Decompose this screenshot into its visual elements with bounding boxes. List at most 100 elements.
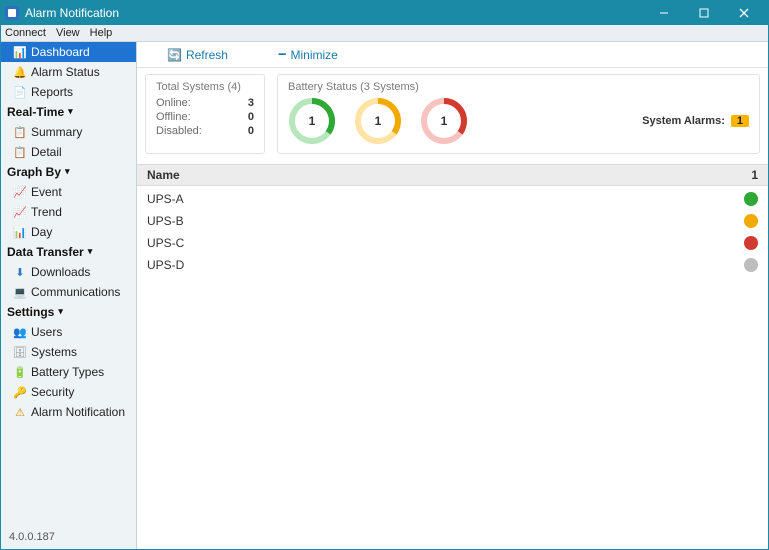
- downloads-icon: ⬇: [13, 266, 27, 279]
- totals-row-label: Offline:: [156, 111, 191, 123]
- sidebar-item-alarm-notification[interactable]: ⚠ Alarm Notification: [1, 402, 136, 422]
- app-icon: [5, 6, 19, 20]
- sidebar-item-label: Trend: [31, 205, 62, 219]
- status-dot: [744, 236, 758, 250]
- sidebar-item-label: Dashboard: [31, 45, 90, 59]
- content-area: 🔄 Refresh 🗕 Minimize Total Systems (4) O…: [137, 42, 768, 549]
- sidebar-item-day[interactable]: 📊 Day: [1, 222, 136, 242]
- totals-row-value: 0: [248, 111, 254, 123]
- sidebar-item-dashboard[interactable]: 📊 Dashboard: [1, 42, 136, 62]
- battery-status-card: Battery Status (3 Systems) 111 System Al…: [277, 74, 760, 154]
- close-window-button[interactable]: [724, 1, 764, 25]
- column-status: 1: [751, 168, 758, 182]
- system-alarms: System Alarms: 1: [642, 115, 749, 127]
- menu-connect[interactable]: Connect: [5, 27, 46, 39]
- event-icon: 📈: [13, 186, 27, 199]
- sidebar-item-label: Security: [31, 385, 74, 399]
- day-icon: 📊: [13, 226, 27, 239]
- sidebar-item-detail[interactable]: 📋 Detail: [1, 142, 136, 162]
- system-name: UPS-C: [147, 236, 184, 250]
- sidebar-item-users[interactable]: 👥Users: [1, 322, 136, 342]
- battery-status-title: Battery Status (3 Systems): [288, 81, 749, 93]
- menu-bar: Connect View Help: [1, 25, 768, 42]
- version-label: 4.0.0.187: [1, 525, 136, 549]
- minimize-button[interactable]: 🗕 Minimize: [278, 44, 338, 65]
- menu-view[interactable]: View: [56, 27, 80, 39]
- caret-down-icon: ▾: [88, 246, 93, 257]
- refresh-label: Refresh: [186, 48, 228, 62]
- minimize-icon: 🗕: [278, 44, 287, 65]
- status-dot: [744, 258, 758, 272]
- security-icon: 🔑: [13, 386, 27, 399]
- battery-donut-1: 1: [354, 97, 402, 145]
- toolbar: 🔄 Refresh 🗕 Minimize: [137, 42, 768, 68]
- caret-down-icon: ▾: [68, 106, 73, 117]
- system-row[interactable]: UPS-C: [137, 232, 768, 254]
- sidebar-header-graph-by[interactable]: Graph By▾: [1, 162, 136, 182]
- column-name: Name: [147, 168, 180, 182]
- sidebar-item-label: Day: [31, 225, 52, 239]
- summary-cards: Total Systems (4) Online:3Offline:0Disab…: [137, 68, 768, 164]
- sidebar-header-real-time[interactable]: Real-Time▾: [1, 102, 136, 122]
- sidebar-item-communications[interactable]: 💻 Communications: [1, 282, 136, 302]
- reports-icon: 📄: [13, 86, 27, 99]
- sidebar-item-label: Event: [31, 185, 62, 199]
- menu-help[interactable]: Help: [90, 27, 113, 39]
- sidebar-item-event[interactable]: 📈 Event: [1, 182, 136, 202]
- status-dot: [744, 214, 758, 228]
- battery-donut-value: 1: [420, 97, 468, 145]
- sidebar-item-label: Downloads: [31, 265, 90, 279]
- sidebar-item-label: Detail: [31, 145, 62, 159]
- totals-row-value: 3: [248, 97, 254, 109]
- sidebar-item-security[interactable]: 🔑 Security: [1, 382, 136, 402]
- system-row[interactable]: UPS-D: [137, 254, 768, 276]
- dashboard-icon: 📊: [13, 46, 27, 59]
- title-bar: Alarm Notification: [1, 1, 768, 25]
- system-name: UPS-D: [147, 258, 184, 272]
- refresh-button[interactable]: 🔄 Refresh: [167, 48, 228, 62]
- caret-down-icon: ▾: [65, 166, 70, 177]
- sidebar-item-alarm-status[interactable]: 🔔Alarm Status: [1, 62, 136, 82]
- battery-donut-0: 1: [288, 97, 336, 145]
- sidebar-item-label: Systems: [31, 345, 77, 359]
- sidebar-item-label: Summary: [31, 125, 82, 139]
- battery-donut-value: 1: [288, 97, 336, 145]
- refresh-icon: 🔄: [167, 48, 182, 62]
- system-row[interactable]: UPS-B: [137, 210, 768, 232]
- battery-types-icon: 🔋: [13, 366, 27, 379]
- communications-icon: 💻: [13, 286, 27, 299]
- minimize-window-button[interactable]: [644, 1, 684, 25]
- system-alarms-badge: 1: [731, 115, 749, 127]
- sidebar-item-downloads[interactable]: ⬇ Downloads: [1, 262, 136, 282]
- users-icon: 👥: [13, 326, 27, 339]
- sidebar: 📊 Dashboard 🔔Alarm Status 📄 Reports Real-Time…: [1, 42, 137, 549]
- trend-icon: 📈: [13, 206, 27, 219]
- window-title: Alarm Notification: [25, 6, 119, 20]
- totals-row-label: Online:: [156, 97, 191, 109]
- detail-icon: 📋: [13, 146, 27, 159]
- sidebar-item-label: Communications: [31, 285, 120, 299]
- total-systems-card: Total Systems (4) Online:3Offline:0Disab…: [145, 74, 265, 154]
- sidebar-item-systems[interactable]: 🗄 Systems: [1, 342, 136, 362]
- systems-icon: 🗄: [13, 346, 27, 359]
- list-header: Name 1: [137, 164, 768, 186]
- summary-icon: 📋: [13, 126, 27, 139]
- sidebar-item-reports[interactable]: 📄 Reports: [1, 82, 136, 102]
- sidebar-item-label: Reports: [31, 85, 73, 99]
- sidebar-item-label: Battery Types: [31, 365, 104, 379]
- alarm-status-icon: 🔔: [13, 66, 27, 79]
- sidebar-item-battery-types[interactable]: 🔋 Battery Types: [1, 362, 136, 382]
- sidebar-item-summary[interactable]: 📋 Summary: [1, 122, 136, 142]
- totals-row: Disabled:0: [156, 125, 254, 137]
- maximize-window-button[interactable]: [684, 1, 724, 25]
- sidebar-header-settings[interactable]: Settings▾: [1, 302, 136, 322]
- sidebar-item-label: Alarm Notification: [31, 405, 125, 419]
- totals-row: Offline: 0: [156, 111, 254, 123]
- system-row[interactable]: UPS-A: [137, 188, 768, 210]
- sidebar-item-trend[interactable]: 📈 Trend: [1, 202, 136, 222]
- alarm-notification-icon: ⚠: [13, 406, 27, 419]
- sidebar-header-data-transfer[interactable]: Data Transfer▾: [1, 242, 136, 262]
- totals-row-label: Disabled:: [156, 125, 202, 137]
- list-body: UPS-AUPS-B UPS-C UPS-D: [137, 186, 768, 278]
- minimize-label: Minimize: [290, 48, 337, 62]
